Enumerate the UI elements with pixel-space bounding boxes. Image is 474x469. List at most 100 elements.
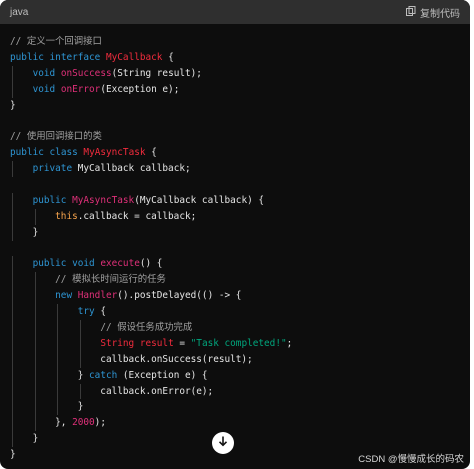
indent-guide bbox=[34, 320, 36, 336]
indent-guide bbox=[12, 431, 13, 448]
code-token: MyAsyncTask bbox=[72, 194, 135, 206]
code-token: try bbox=[77, 306, 95, 318]
code-token: { bbox=[145, 147, 157, 159]
indent-guide bbox=[12, 192, 13, 209]
code-token: (Exception e); bbox=[100, 83, 180, 95]
code-line: void onError(Exception e); bbox=[10, 81, 460, 98]
code-line: } bbox=[10, 399, 460, 416]
code-block: java 复制代码 // 定义一个回调接口 public interface My… bbox=[0, 0, 470, 469]
indent-guide bbox=[12, 224, 13, 241]
code-token: void bbox=[32, 67, 56, 79]
indent-guide bbox=[79, 320, 81, 336]
code-token: callback.onError(e); bbox=[10, 385, 214, 397]
code-line: try { bbox=[10, 304, 460, 321]
code-line: } bbox=[10, 431, 460, 448]
code-line: // 使用回调接口的类 bbox=[10, 129, 460, 145]
code-token: 2000 bbox=[72, 417, 95, 429]
indent-guide bbox=[57, 304, 59, 321]
code-token: onSuccess bbox=[60, 67, 112, 79]
code-token: "Task completed!" bbox=[190, 337, 287, 349]
indent-guide bbox=[34, 272, 36, 289]
code-line: } catch (Exception e) { bbox=[10, 367, 460, 384]
indent-guide bbox=[12, 367, 13, 384]
code-token: MyCallback bbox=[106, 51, 163, 63]
indent-guide bbox=[34, 335, 36, 352]
code-line: String result = "Task completed!"; bbox=[10, 335, 460, 352]
code-token: private bbox=[32, 163, 73, 175]
code-token: } bbox=[10, 433, 39, 445]
code-token: .callback = callback; bbox=[77, 210, 197, 222]
code-line: callback.onError(e); bbox=[10, 383, 460, 400]
code-line: private MyCallback callback; bbox=[10, 161, 460, 178]
indent-guide bbox=[34, 383, 36, 400]
indent-guide bbox=[12, 399, 13, 416]
code-token: public bbox=[32, 194, 67, 206]
code-token: } bbox=[10, 401, 84, 413]
indent-guide bbox=[12, 304, 13, 321]
code-token: MyCallback callback; bbox=[72, 163, 191, 175]
code-token: public bbox=[10, 51, 44, 63]
indent-guide bbox=[34, 208, 36, 225]
code-token: class bbox=[49, 147, 78, 159]
code-line: this.callback = callback; bbox=[10, 208, 460, 225]
indent-guide bbox=[12, 288, 13, 305]
code-line: public MyAsyncTask(MyCallback callback) … bbox=[10, 192, 460, 209]
indent-guide bbox=[12, 351, 13, 368]
code-line: new Handler().postDelayed(() -> { bbox=[10, 288, 460, 305]
code-line: }, 2000); bbox=[10, 415, 460, 432]
indent-guide bbox=[57, 399, 59, 416]
code-token: ); bbox=[94, 417, 106, 429]
code-token: }, bbox=[10, 417, 73, 429]
code-line: public class MyAsyncTask { bbox=[10, 145, 460, 161]
code-token: { bbox=[162, 51, 174, 63]
indent-guide bbox=[34, 351, 36, 368]
code-token: public bbox=[32, 258, 67, 270]
arrow-down-icon bbox=[217, 434, 229, 452]
copy-code-button[interactable]: 复制代码 bbox=[406, 5, 460, 20]
code-token: } bbox=[10, 449, 16, 461]
code-token: void bbox=[72, 258, 95, 270]
indent-guide bbox=[57, 367, 59, 384]
code-token: void bbox=[32, 83, 56, 95]
indent-guide bbox=[57, 351, 59, 368]
code-line: public interface MyCallback { bbox=[10, 50, 460, 66]
code-token: String bbox=[100, 337, 135, 349]
indent-guide bbox=[34, 399, 36, 416]
indent-guide bbox=[34, 367, 36, 384]
indent-guide bbox=[57, 383, 59, 400]
indent-guide bbox=[12, 256, 13, 273]
indent-guide bbox=[12, 415, 13, 432]
indent-guide bbox=[79, 351, 81, 368]
code-content: // 定义一个回调接口 public interface MyCallback {… bbox=[10, 34, 460, 463]
copy-code-label: 复制代码 bbox=[420, 8, 460, 20]
indent-guide bbox=[34, 304, 36, 321]
code-token: interface bbox=[49, 51, 101, 63]
code-token: (MyCallback callback) { bbox=[134, 194, 265, 206]
code-line: // 假设任务成功完成 bbox=[10, 320, 460, 336]
code-token: callback.onSuccess(result); bbox=[10, 353, 253, 365]
code-token: ().postDelayed(() -> { bbox=[117, 290, 242, 302]
indent-guide bbox=[12, 81, 13, 98]
language-label: java bbox=[10, 6, 29, 18]
indent-guide bbox=[12, 335, 13, 352]
code-token: = bbox=[173, 337, 191, 349]
indent-guide bbox=[34, 415, 36, 432]
indent-guide bbox=[34, 288, 36, 305]
scroll-to-bottom-button[interactable] bbox=[212, 432, 234, 454]
indent-guide bbox=[57, 335, 59, 352]
code-line: } bbox=[10, 98, 460, 114]
code-block-header: java 复制代码 bbox=[0, 0, 470, 24]
indent-guide bbox=[12, 272, 13, 289]
indent-guide bbox=[79, 383, 81, 400]
indent-guide bbox=[79, 335, 81, 352]
code-token: () { bbox=[139, 258, 163, 270]
code-token: MyAsyncTask bbox=[83, 147, 146, 159]
